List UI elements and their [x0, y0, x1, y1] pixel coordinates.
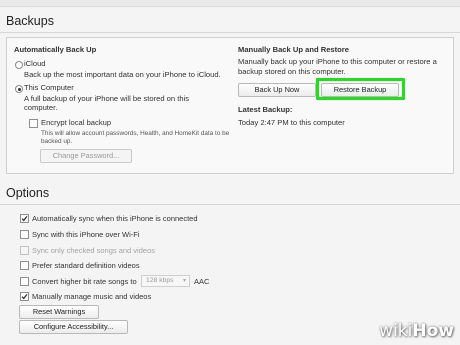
icloud-radio[interactable]: [15, 61, 23, 69]
manual-manage-label[interactable]: Manually manage music and videos: [32, 292, 151, 301]
bitrate-value: 128 kbps: [146, 277, 174, 284]
icloud-label[interactable]: iCloud: [24, 59, 46, 69]
latest-backup-heading: Latest Backup:: [238, 105, 293, 114]
watermark-wiki: wiki: [379, 321, 413, 341]
convert-bitrate-checkbox[interactable]: [20, 277, 29, 286]
watermark-how: How: [412, 321, 454, 341]
top-strip: [0, 0, 460, 7]
standard-definition-label[interactable]: Prefer standard definition videos: [32, 261, 140, 270]
manual-description-line1: Manually back up your iPhone to this com…: [238, 57, 437, 66]
checkmark-icon: [21, 216, 28, 222]
bitrate-format-label: AAC: [194, 277, 210, 286]
auto-sync-label[interactable]: Automatically sync when this iPhone is c…: [32, 214, 198, 223]
convert-bitrate-label[interactable]: Convert higher bit rate songs to: [32, 277, 137, 286]
checked-only-checkbox[interactable]: [20, 246, 29, 255]
manual-backup-heading: Manually Back Up and Restore: [238, 45, 349, 54]
backups-section-title: Backups: [6, 14, 54, 28]
back-up-now-button[interactable]: Back Up Now: [238, 83, 316, 97]
chevron-down-icon: ▾: [182, 278, 186, 284]
auto-backup-heading: Automatically Back Up: [14, 45, 97, 54]
backups-divider: [0, 32, 460, 33]
encrypt-backup-checkbox[interactable]: [29, 119, 38, 128]
encrypt-description-line2: backed up.: [41, 138, 73, 145]
this-computer-description-line2: computer.: [24, 103, 58, 112]
configure-accessibility-button[interactable]: Configure Accessibility...: [19, 320, 128, 334]
checked-only-label[interactable]: Sync only checked songs and videos: [32, 246, 155, 255]
manual-manage-checkbox[interactable]: [20, 292, 29, 301]
backups-panel: Automatically Back Up iCloud Back up the…: [6, 37, 454, 174]
auto-sync-checkbox[interactable]: [20, 214, 29, 223]
this-computer-radio[interactable]: [15, 85, 23, 93]
options-divider: [0, 204, 460, 205]
wikihow-watermark: wikiHow: [379, 321, 454, 341]
latest-backup-value: Today 2:47 PM to this computer: [238, 118, 345, 127]
wifi-sync-label[interactable]: Sync with this iPhone over Wi-Fi: [32, 230, 140, 239]
this-computer-label[interactable]: This Computer: [24, 83, 74, 93]
standard-definition-checkbox[interactable]: [20, 261, 29, 270]
reset-warnings-button[interactable]: Reset Warnings: [19, 305, 99, 319]
bitrate-select[interactable]: 128 kbps ▾: [141, 275, 190, 287]
encrypt-backup-label[interactable]: Encrypt local backup: [41, 118, 111, 128]
change-password-button[interactable]: Change Password...: [40, 149, 132, 163]
options-section-title: Options: [6, 186, 50, 200]
manual-description-line2: backup stored on this computer.: [238, 67, 346, 76]
icloud-description: Back up the most important data on your …: [24, 70, 221, 79]
checkmark-icon: [21, 294, 28, 300]
wifi-sync-checkbox[interactable]: [20, 230, 29, 239]
restore-backup-button[interactable]: Restore Backup: [321, 83, 399, 97]
